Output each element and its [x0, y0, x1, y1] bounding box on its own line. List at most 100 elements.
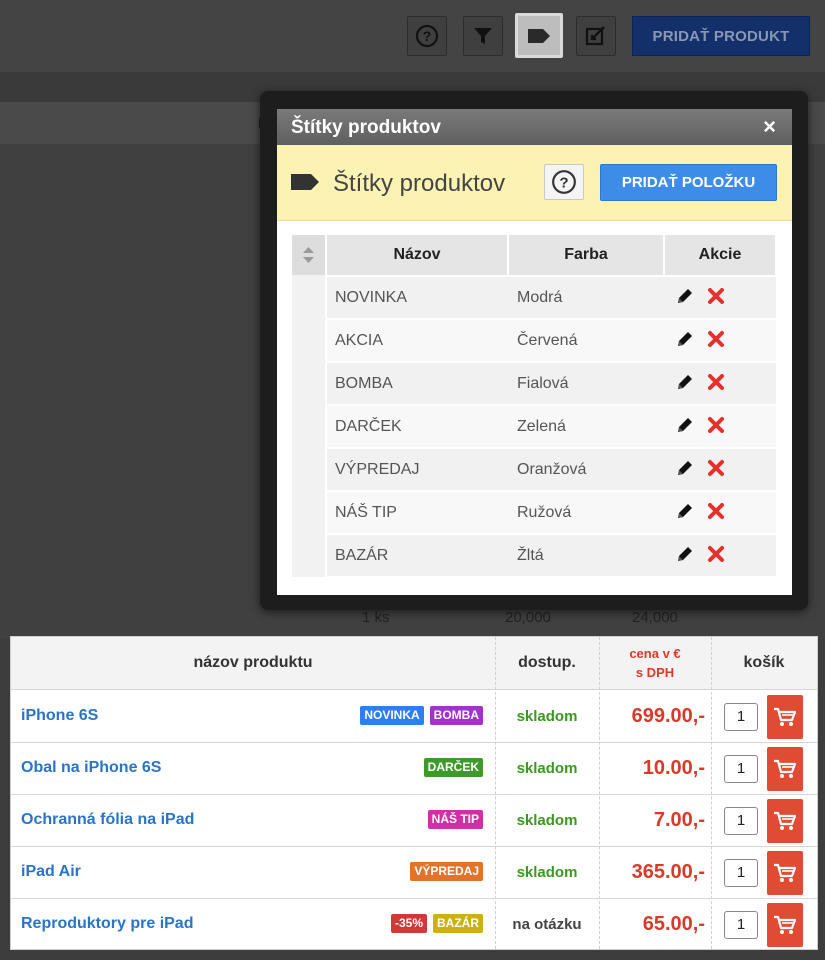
help-button[interactable]: ? — [407, 16, 447, 56]
admin-toolbar: ? PRIDAŤ PRODUKT — [0, 0, 825, 72]
product-list: názov produktu dostup. cena v € s DPH ko… — [10, 636, 818, 950]
tag-color: Ružová — [517, 504, 572, 521]
add-to-cart-button[interactable] — [767, 851, 803, 895]
price: 7.00,- — [653, 809, 705, 831]
tag-row: VÝPREDAJ Oranžová — [327, 449, 776, 490]
pencil-icon[interactable] — [675, 458, 695, 478]
row-fragment-price1: 20,000 — [505, 609, 551, 626]
modal-header-title: Štítky produktov — [333, 170, 506, 197]
quantity-input[interactable]: 1 — [724, 911, 758, 939]
delete-icon[interactable] — [706, 458, 726, 478]
product-row: Obal na iPhone 6S DARČEK skladom 10.00,- 1 — [11, 742, 817, 795]
add-to-cart-button[interactable] — [767, 747, 803, 791]
column-header-name[interactable]: Názov — [327, 235, 507, 275]
delete-icon[interactable] — [706, 415, 726, 435]
delete-icon[interactable] — [706, 501, 726, 521]
tag-row: NOVINKA Modrá — [327, 277, 776, 318]
pencil-icon[interactable] — [675, 286, 695, 306]
product-badge: BAZÁR — [433, 914, 483, 933]
modal-body: Štítky produktov ? PRIDAŤ POLOŽKU Názov … — [277, 145, 792, 595]
quantity-input[interactable]: 1 — [724, 859, 758, 887]
availability: skladom — [516, 760, 578, 777]
delete-icon[interactable] — [706, 372, 726, 392]
edit-square-icon — [585, 26, 605, 46]
product-badges: DARČEK — [423, 758, 483, 777]
availability: skladom — [516, 708, 578, 725]
edit-button[interactable] — [576, 16, 616, 56]
row-actions — [675, 286, 735, 308]
modal-header-panel: Štítky produktov ? PRIDAŤ POLOŽKU — [277, 145, 792, 221]
header-price: cena v € s DPH — [599, 637, 711, 689]
tag-row: AKCIA Červená — [327, 320, 776, 361]
close-icon[interactable]: × — [763, 114, 776, 140]
tag-color: Zelená — [517, 418, 566, 435]
add-to-cart-button[interactable] — [767, 695, 803, 739]
delete-icon[interactable] — [706, 544, 726, 564]
row-fragment-qty: 1 ks — [362, 609, 390, 626]
cart-icon — [774, 811, 797, 830]
tags-button[interactable] — [515, 13, 563, 58]
cart-icon — [774, 863, 797, 882]
product-badge: NÁŠ TIP — [427, 810, 483, 829]
product-row: Reproduktory pre iPad -35% BAZÁR na otázku 6… — [11, 898, 817, 950]
delete-icon[interactable] — [706, 329, 726, 349]
help-circle-icon: ? — [552, 170, 576, 194]
row-actions — [675, 458, 735, 480]
product-name-link[interactable]: Ochranná fólia na iPad — [21, 811, 194, 829]
tag-row: BOMBA Fialová — [327, 363, 776, 404]
svg-text:?: ? — [559, 174, 568, 191]
product-badge: DARČEK — [423, 758, 483, 777]
column-header-actions: Akcie — [665, 235, 775, 275]
pencil-icon[interactable] — [675, 544, 695, 564]
row-fragment-price2: 24,000 — [632, 609, 678, 626]
add-product-button[interactable]: PRIDAŤ PRODUKT — [632, 16, 810, 56]
pencil-icon[interactable] — [675, 372, 695, 392]
product-name-link[interactable]: iPad Air — [21, 863, 81, 881]
availability: skladom — [516, 864, 578, 881]
quantity-input[interactable]: 1 — [724, 703, 758, 731]
quantity-input[interactable]: 1 — [724, 755, 758, 783]
delete-icon[interactable] — [706, 286, 726, 306]
product-badges: -35% BAZÁR — [390, 914, 483, 933]
add-to-cart-button[interactable] — [767, 799, 803, 843]
product-badges: VÝPREDAJ — [410, 862, 483, 881]
sort-icon — [303, 247, 314, 263]
product-name-link[interactable]: iPhone 6S — [21, 707, 98, 725]
tag-color: Fialová — [517, 375, 569, 392]
tag-name: DARČEK — [335, 418, 402, 435]
modal-help-button[interactable]: ? — [544, 164, 584, 200]
tag-name: NÁŠ TIP — [335, 504, 397, 521]
header-availability: dostup. — [518, 654, 576, 671]
tag-color: Červená — [517, 332, 578, 349]
tag-name: BOMBA — [335, 375, 393, 392]
product-name-link[interactable]: Obal na iPhone 6S — [21, 759, 161, 777]
sort-handle-header[interactable] — [292, 235, 325, 275]
filter-button[interactable] — [463, 16, 503, 56]
row-actions — [675, 544, 735, 566]
price: 65.00,- — [642, 913, 705, 935]
pencil-icon[interactable] — [675, 501, 695, 521]
tag-icon — [528, 28, 550, 43]
row-actions — [675, 415, 735, 437]
tag-name: AKCIA — [335, 332, 384, 349]
cart-icon — [774, 707, 797, 726]
header-cart: košík — [743, 654, 785, 671]
row-actions — [675, 372, 735, 394]
product-row: Ochranná fólia na iPad NÁŠ TIP skladom 7.00… — [11, 794, 817, 847]
column-header-color[interactable]: Farba — [509, 235, 663, 275]
sort-handle-column — [292, 275, 325, 577]
tag-name: NOVINKA — [335, 289, 408, 306]
pencil-icon[interactable] — [675, 415, 695, 435]
help-circle-icon: ? — [415, 24, 439, 48]
product-name-link[interactable]: Reproduktory pre iPad — [21, 915, 193, 933]
tag-icon — [291, 174, 319, 190]
row-actions — [675, 329, 735, 351]
product-badge: NOVINKA — [360, 706, 424, 725]
header-price-line1: cena v € — [629, 646, 681, 661]
quantity-input[interactable]: 1 — [724, 807, 758, 835]
product-badge: VÝPREDAJ — [410, 862, 483, 881]
product-badge: BOMBA — [429, 706, 483, 725]
add-item-button[interactable]: PRIDAŤ POLOŽKU — [600, 164, 777, 201]
add-to-cart-button[interactable] — [767, 903, 803, 947]
pencil-icon[interactable] — [675, 329, 695, 349]
